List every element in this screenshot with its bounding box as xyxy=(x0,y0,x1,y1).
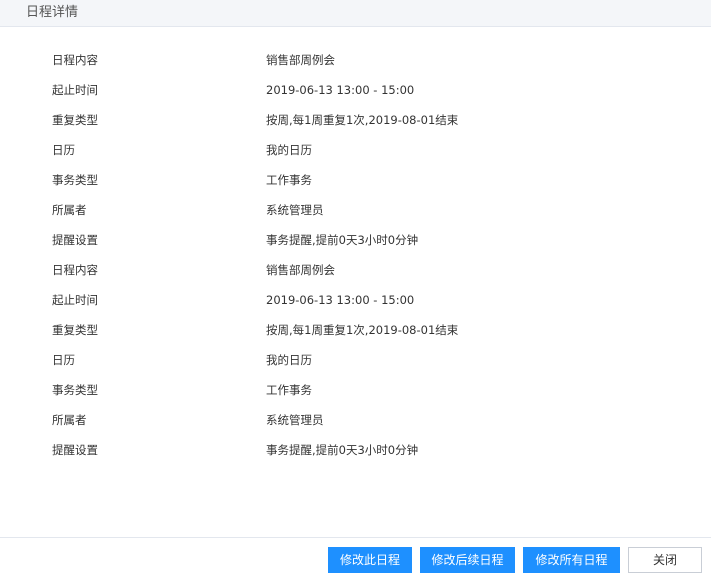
edit-all-schedules-button[interactable]: 修改所有日程 xyxy=(523,547,620,573)
detail-value: 工作事务 xyxy=(266,173,312,187)
detail-row-owner: 所属者 系统管理员 xyxy=(0,196,711,226)
detail-label: 日历 xyxy=(52,353,75,367)
schedule-detail-dialog: 日程详情 日程内容 销售部周例会 起止时间 2019-06-13 13:00 -… xyxy=(0,0,711,578)
detail-label: 提醒设置 xyxy=(52,233,98,247)
detail-row-content: 日程内容 销售部周例会 xyxy=(0,46,711,76)
detail-row-reminder: 提醒设置 事务提醒,提前0天3小时0分钟 xyxy=(0,226,711,256)
dialog-title: 日程详情 xyxy=(26,5,79,20)
detail-label: 事务类型 xyxy=(52,173,98,187)
detail-label: 起止时间 xyxy=(52,83,98,97)
detail-row-time: 起止时间 2019-06-13 13:00 - 15:00 xyxy=(0,76,711,106)
detail-value: 事务提醒,提前0天3小时0分钟 xyxy=(266,443,419,457)
close-button[interactable]: 关闭 xyxy=(628,547,702,573)
detail-value: 按周,每1周重复1次,2019-08-01结束 xyxy=(266,323,459,337)
detail-label: 所属者 xyxy=(52,413,87,427)
detail-row-content: 日程内容 销售部周例会 xyxy=(0,256,711,286)
detail-row-calendar: 日历 我的日历 xyxy=(0,136,711,166)
detail-value: 系统管理员 xyxy=(266,203,324,217)
detail-label: 重复类型 xyxy=(52,323,98,337)
detail-value: 销售部周例会 xyxy=(266,263,335,277)
detail-value: 工作事务 xyxy=(266,383,312,397)
detail-value: 系统管理员 xyxy=(266,413,324,427)
edit-this-schedule-button[interactable]: 修改此日程 xyxy=(328,547,412,573)
detail-value: 事务提醒,提前0天3小时0分钟 xyxy=(266,233,419,247)
detail-value: 我的日历 xyxy=(266,353,312,367)
dialog-header: 日程详情 xyxy=(0,0,711,27)
detail-row-reminder: 提醒设置 事务提醒,提前0天3小时0分钟 xyxy=(0,436,711,466)
detail-label: 重复类型 xyxy=(52,113,98,127)
detail-list: 日程内容 销售部周例会 起止时间 2019-06-13 13:00 - 15:0… xyxy=(0,46,711,466)
detail-label: 起止时间 xyxy=(52,293,98,307)
dialog-footer: 修改此日程 修改后续日程 修改所有日程 关闭 xyxy=(0,537,711,578)
detail-value: 我的日历 xyxy=(266,143,312,157)
detail-row-repeat: 重复类型 按周,每1周重复1次,2019-08-01结束 xyxy=(0,106,711,136)
detail-row-time: 起止时间 2019-06-13 13:00 - 15:00 xyxy=(0,286,711,316)
detail-label: 日程内容 xyxy=(52,263,98,277)
detail-label: 提醒设置 xyxy=(52,443,98,457)
detail-value: 销售部周例会 xyxy=(266,53,335,67)
edit-following-schedules-button[interactable]: 修改后续日程 xyxy=(420,547,515,573)
detail-row-owner: 所属者 系统管理员 xyxy=(0,406,711,436)
detail-row-type: 事务类型 工作事务 xyxy=(0,166,711,196)
detail-value: 2019-06-13 13:00 - 15:00 xyxy=(266,293,415,307)
detail-row-calendar: 日历 我的日历 xyxy=(0,346,711,376)
detail-label: 日历 xyxy=(52,143,75,157)
detail-row-repeat: 重复类型 按周,每1周重复1次,2019-08-01结束 xyxy=(0,316,711,346)
detail-label: 事务类型 xyxy=(52,383,98,397)
detail-label: 所属者 xyxy=(52,203,87,217)
detail-value: 2019-06-13 13:00 - 15:00 xyxy=(266,83,415,97)
detail-label: 日程内容 xyxy=(52,53,98,67)
detail-value: 按周,每1周重复1次,2019-08-01结束 xyxy=(266,113,459,127)
detail-row-type: 事务类型 工作事务 xyxy=(0,376,711,406)
